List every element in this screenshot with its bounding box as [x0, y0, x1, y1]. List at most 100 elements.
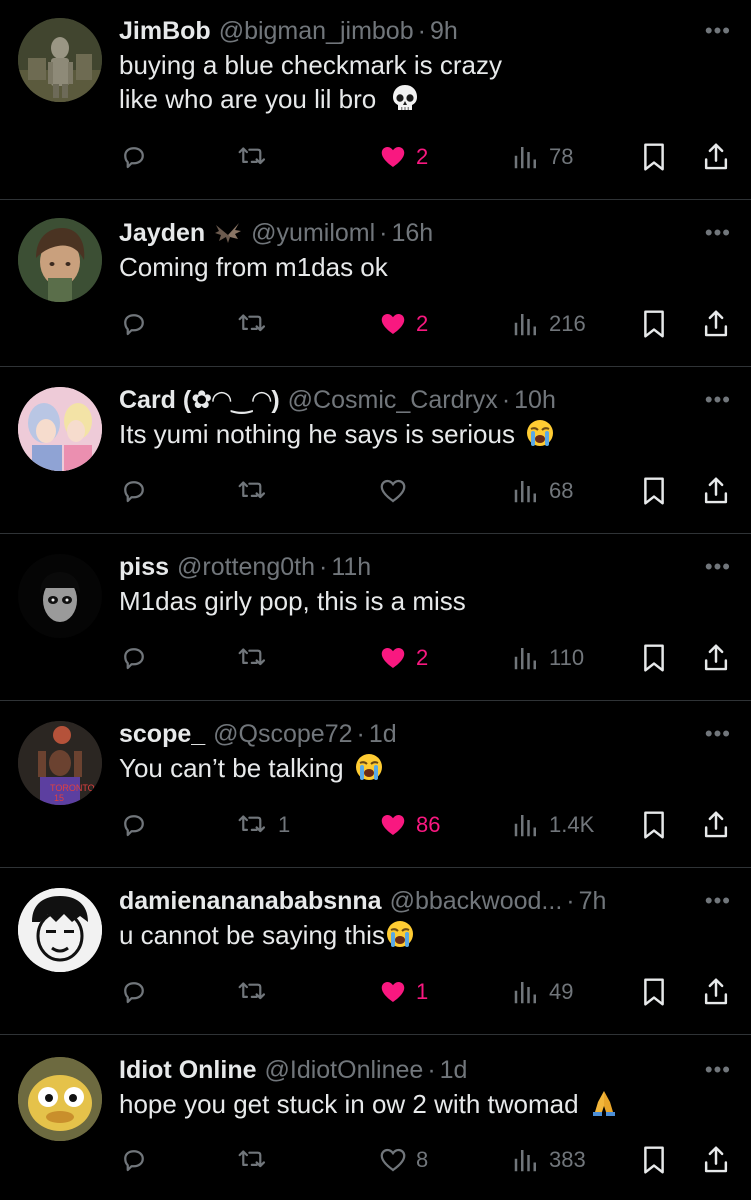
views-button[interactable]: 49 — [511, 975, 573, 1009]
share-button[interactable] — [701, 307, 731, 341]
views-icon — [514, 314, 536, 336]
user-handle[interactable]: @yumiloml — [251, 218, 375, 248]
more-options-icon[interactable]: ••• — [705, 1055, 731, 1085]
display-name[interactable]: Idiot Online — [119, 1055, 257, 1085]
more-options-icon[interactable]: ••• — [705, 218, 731, 248]
reply-button[interactable] — [119, 808, 157, 842]
display-name[interactable]: Jayden — [119, 218, 205, 248]
retweet-button[interactable] — [236, 975, 278, 1009]
retweet-icon — [238, 314, 266, 332]
share-icon — [704, 811, 728, 838]
like-button[interactable]: 86 — [378, 808, 440, 842]
like-button[interactable]: 2 — [378, 140, 428, 174]
bookmark-button[interactable] — [639, 140, 669, 174]
display-name[interactable]: piss — [119, 552, 169, 582]
like-count: 86 — [416, 812, 441, 837]
views-button[interactable]: 110 — [511, 641, 584, 675]
avatar[interactable] — [18, 554, 102, 638]
timestamp[interactable]: 16h — [392, 218, 434, 248]
timestamp[interactable]: 1d — [369, 719, 397, 749]
retweet-icon — [238, 648, 266, 666]
avatar[interactable]: TORONTO 15 — [18, 721, 102, 805]
bookmark-button[interactable] — [639, 474, 669, 508]
bookmark-button[interactable] — [639, 975, 669, 1009]
retweet-button[interactable] — [236, 140, 278, 174]
timestamp[interactable]: 7h — [579, 886, 607, 916]
like-button[interactable]: 2 — [378, 307, 428, 341]
heart-filled-icon — [381, 648, 405, 668]
avatar[interactable] — [18, 18, 102, 102]
bookmark-button[interactable] — [639, 808, 669, 842]
share-button[interactable] — [701, 975, 731, 1009]
timestamp[interactable]: 9h — [430, 16, 458, 46]
share-button[interactable] — [701, 641, 731, 675]
like-button[interactable]: 2 — [378, 641, 428, 675]
bookmark-button[interactable] — [639, 641, 669, 675]
views-button[interactable]: 383 — [511, 1143, 586, 1177]
display-name[interactable]: damienananababsnna — [119, 886, 382, 916]
more-options-icon[interactable]: ••• — [705, 552, 731, 582]
views-button[interactable]: 78 — [511, 140, 573, 174]
like-count: 2 — [416, 144, 429, 169]
display-name[interactable]: Card (✿◠‿◠) — [119, 385, 280, 415]
tweet-text: buying a blue checkmark is crazy like wh… — [119, 48, 731, 116]
tweet-actions: 2 216 — [119, 307, 731, 341]
retweet-button[interactable] — [236, 474, 278, 508]
views-button[interactable]: 216 — [511, 307, 586, 341]
reply-tweet[interactable]: Idiot Online @IdiotOnlinee · 1d ••• hope… — [0, 1035, 751, 1198]
like-button[interactable] — [378, 474, 416, 508]
share-button[interactable] — [701, 474, 731, 508]
timestamp[interactable]: 11h — [331, 552, 371, 582]
retweet-button[interactable] — [236, 1143, 278, 1177]
skull-emoji — [393, 85, 418, 110]
user-handle[interactable]: @rotteng0th — [177, 552, 315, 582]
share-button[interactable] — [701, 140, 731, 174]
user-handle[interactable]: @Qscope72 — [213, 719, 352, 749]
user-handle[interactable]: @bbackwood... — [390, 886, 563, 916]
like-button[interactable]: 8 — [378, 1143, 428, 1177]
display-name[interactable]: JimBob — [119, 16, 211, 46]
avatar[interactable] — [18, 387, 102, 471]
retweet-button[interactable] — [236, 641, 278, 675]
more-options-icon[interactable]: ••• — [705, 719, 731, 749]
bookmark-button[interactable] — [639, 1143, 669, 1177]
reply-tweet[interactable]: Card (✿◠‿◠) @Cosmic_Cardryx · 10h ••• It… — [0, 367, 751, 534]
like-count: 2 — [416, 311, 429, 336]
tweet-header: Idiot Online @IdiotOnlinee · 1d ••• — [119, 1055, 731, 1085]
reply-button[interactable] — [119, 474, 157, 508]
reply-tweet[interactable]: Jayden @yumiloml · 16h ••• Coming from m… — [0, 200, 751, 367]
display-name[interactable]: scope_ — [119, 719, 205, 749]
more-options-icon[interactable]: ••• — [705, 886, 731, 916]
reply-button[interactable] — [119, 1143, 157, 1177]
reply-tweet[interactable]: damienananababsnna @bbackwood... · 7h ••… — [0, 868, 751, 1035]
user-handle[interactable]: @Cosmic_Cardryx — [288, 385, 498, 415]
reply-button[interactable] — [119, 307, 157, 341]
views-button[interactable]: 1.4K — [511, 808, 594, 842]
tweet-header: piss @rotteng0th · 11h ••• — [119, 552, 731, 582]
user-handle[interactable]: @IdiotOnlinee — [265, 1055, 424, 1085]
reply-button[interactable] — [119, 140, 157, 174]
share-icon — [704, 978, 728, 1005]
retweet-button[interactable] — [236, 307, 278, 341]
timestamp[interactable]: 1d — [440, 1055, 468, 1085]
share-button[interactable] — [701, 808, 731, 842]
reply-button[interactable] — [119, 641, 157, 675]
avatar[interactable] — [18, 888, 102, 972]
like-button[interactable]: 1 — [378, 975, 428, 1009]
reply-tweet[interactable]: piss @rotteng0th · 11h ••• M1das girly p… — [0, 534, 751, 701]
timestamp[interactable]: 10h — [514, 385, 556, 415]
reply-tweet[interactable]: JimBob @bigman_jimbob · 9h ••• buying a … — [0, 0, 751, 200]
reply-tweet[interactable]: TORONTO 15 scope_ @Qscope72 · 1d ••• You… — [0, 701, 751, 868]
share-button[interactable] — [701, 1143, 731, 1177]
tweet-text-line: Coming from m1das ok — [119, 252, 388, 282]
avatar[interactable] — [18, 218, 102, 302]
more-options-icon[interactable]: ••• — [705, 16, 731, 46]
reply-button[interactable] — [119, 975, 157, 1009]
avatar[interactable] — [18, 1057, 102, 1141]
tweet-header: scope_ @Qscope72 · 1d ••• — [119, 719, 731, 749]
views-button[interactable]: 68 — [511, 474, 573, 508]
bookmark-button[interactable] — [639, 307, 669, 341]
retweet-button[interactable]: 1 — [236, 808, 290, 842]
user-handle[interactable]: @bigman_jimbob — [219, 16, 414, 46]
more-options-icon[interactable]: ••• — [705, 385, 731, 415]
